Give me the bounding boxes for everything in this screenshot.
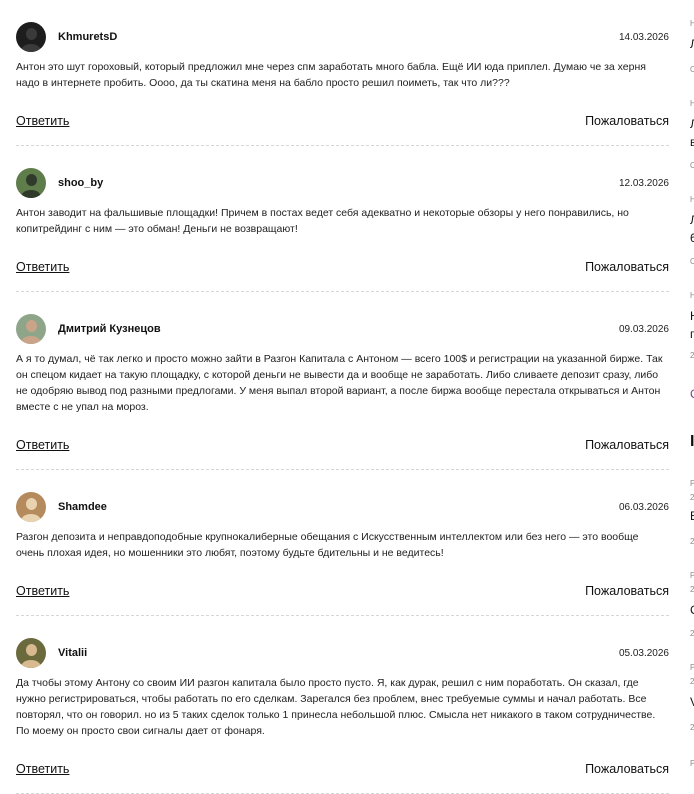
comment-item: Vitalii 05.03.2026 Да тчобы этому Антону… (16, 634, 669, 794)
sidebar-text-fragment: С (690, 604, 694, 616)
comment-date: 05.03.2026 (618, 647, 669, 659)
sidebar-text-fragment: I (690, 433, 694, 450)
avatar[interactable] (16, 492, 46, 522)
comment-text: Да тчобы этому Антону со своим ИИ разгон… (16, 677, 656, 737)
comment-author: Дмитрий Кузнецов (58, 323, 161, 335)
sidebar-text-fragment: Л (690, 37, 694, 51)
comment-header: shoo_by 12.03.2026 (16, 164, 669, 202)
sidebar-text-fragment: 2 (690, 351, 694, 360)
report-link[interactable]: Пожаловаться (585, 584, 669, 598)
sidebar-text-fragment: 6 (690, 231, 694, 245)
sidebar-text-fragment: С (690, 161, 694, 170)
report-link[interactable]: Пожаловаться (585, 260, 669, 274)
avatar-body-shape (21, 190, 41, 198)
comment-header: Vitalii 05.03.2026 (16, 634, 669, 672)
comment-author: KhmuretsD (58, 31, 118, 43)
reply-link[interactable]: Ответить (16, 584, 69, 598)
comment-item: shoo_by 12.03.2026 Антон заводит на фаль… (16, 164, 669, 292)
comment-text: Антон это шут гороховый, который предлож… (16, 61, 646, 89)
sidebar-text-fragment: Н (690, 291, 694, 300)
sidebar-text-fragment: С (690, 388, 694, 400)
sidebar-text-fragment: V (690, 696, 694, 708)
avatar[interactable] (16, 314, 46, 344)
report-link[interactable]: Пожаловаться (585, 114, 669, 128)
sidebar-text-fragment: Р (690, 759, 694, 768)
comment-actions: Ответить Пожаловаться (16, 745, 669, 793)
comment-actions: Ответить Пожаловаться (16, 97, 669, 145)
sidebar-text-fragment: Е (690, 510, 694, 522)
sidebar-text-fragment: Н (690, 310, 694, 322)
reply-link[interactable]: Ответить (16, 260, 69, 274)
comment-author: Shamdee (58, 501, 107, 513)
reply-link[interactable]: Ответить (16, 438, 69, 452)
comment-actions: Ответить Пожаловаться (16, 421, 669, 469)
avatar-head-shape (26, 174, 37, 186)
comment-date: 14.03.2026 (618, 31, 669, 43)
sidebar-text-fragment: Н (690, 99, 694, 108)
avatar[interactable] (16, 638, 46, 668)
sidebar-text-fragment: 2 (690, 677, 694, 686)
comment-text: Разгон депозита и неправдоподобные крупн… (16, 531, 639, 559)
avatar-body-shape (21, 44, 41, 52)
sidebar-text-fragment: Р (690, 479, 694, 488)
sidebar-text-fragment: С (690, 65, 694, 74)
sidebar-text-fragment: С (690, 257, 694, 266)
comments-list: KhmuretsD 14.03.2026 Антон это шут горох… (16, 0, 669, 794)
report-link[interactable]: Пожаловаться (585, 762, 669, 776)
comment-author: Vitalii (58, 647, 88, 659)
sidebar-text-fragment: 2 (690, 493, 694, 502)
sidebar-text-fragment: Р (690, 663, 694, 672)
avatar-head-shape (26, 28, 37, 40)
sidebar-text-fragment: г (690, 327, 694, 341)
avatar-head-shape (26, 498, 37, 510)
sidebar-text-fragment: 2 (690, 537, 694, 546)
avatar[interactable] (16, 22, 46, 52)
comment-actions: Ответить Пожаловаться (16, 567, 669, 615)
sidebar-text-fragment: Л (690, 117, 694, 131)
sidebar-text-fragment: Н (690, 195, 694, 204)
comment-header: Shamdee 06.03.2026 (16, 488, 669, 526)
sidebar-text-fragment: 2 (690, 585, 694, 594)
comment-date: 06.03.2026 (618, 501, 669, 513)
comment-author: shoo_by (58, 177, 104, 189)
comment-date: 09.03.2026 (618, 323, 669, 335)
comment-text: А я то думал, чё так легко и просто можн… (16, 353, 663, 413)
report-link[interactable]: Пожаловаться (585, 438, 669, 452)
sidebar-text-fragment: Л (690, 213, 694, 227)
comment-actions: Ответить Пожаловаться (16, 243, 669, 291)
sidebar-edge: НЛСНЛвСНЛ6СННг2СIР2Е2Р2С2Р2V2Р (688, 0, 694, 775)
sidebar-text-fragment: Н (690, 19, 694, 28)
avatar-body-shape (21, 336, 41, 344)
comment-text: Антон заводит на фальшивые площадки! При… (16, 207, 629, 235)
sidebar-text-fragment: 2 (690, 723, 694, 732)
reply-link[interactable]: Ответить (16, 114, 69, 128)
comment-item: KhmuretsD 14.03.2026 Антон это шут горох… (16, 18, 669, 146)
comment-header: KhmuretsD 14.03.2026 (16, 18, 669, 56)
avatar-head-shape (26, 320, 37, 332)
avatar-body-shape (21, 660, 41, 668)
avatar-body-shape (21, 514, 41, 522)
sidebar-text-fragment: 2 (690, 629, 694, 638)
comment-item: Дмитрий Кузнецов 09.03.2026 А я то думал… (16, 310, 669, 470)
comment-date: 12.03.2026 (618, 177, 669, 189)
comment-item: Shamdee 06.03.2026 Разгон депозита и неп… (16, 488, 669, 616)
avatar-head-shape (26, 644, 37, 656)
reply-link[interactable]: Ответить (16, 762, 69, 776)
comment-header: Дмитрий Кузнецов 09.03.2026 (16, 310, 669, 348)
avatar[interactable] (16, 168, 46, 198)
sidebar-text-fragment: в (690, 135, 694, 149)
sidebar-text-fragment: Р (690, 571, 694, 580)
